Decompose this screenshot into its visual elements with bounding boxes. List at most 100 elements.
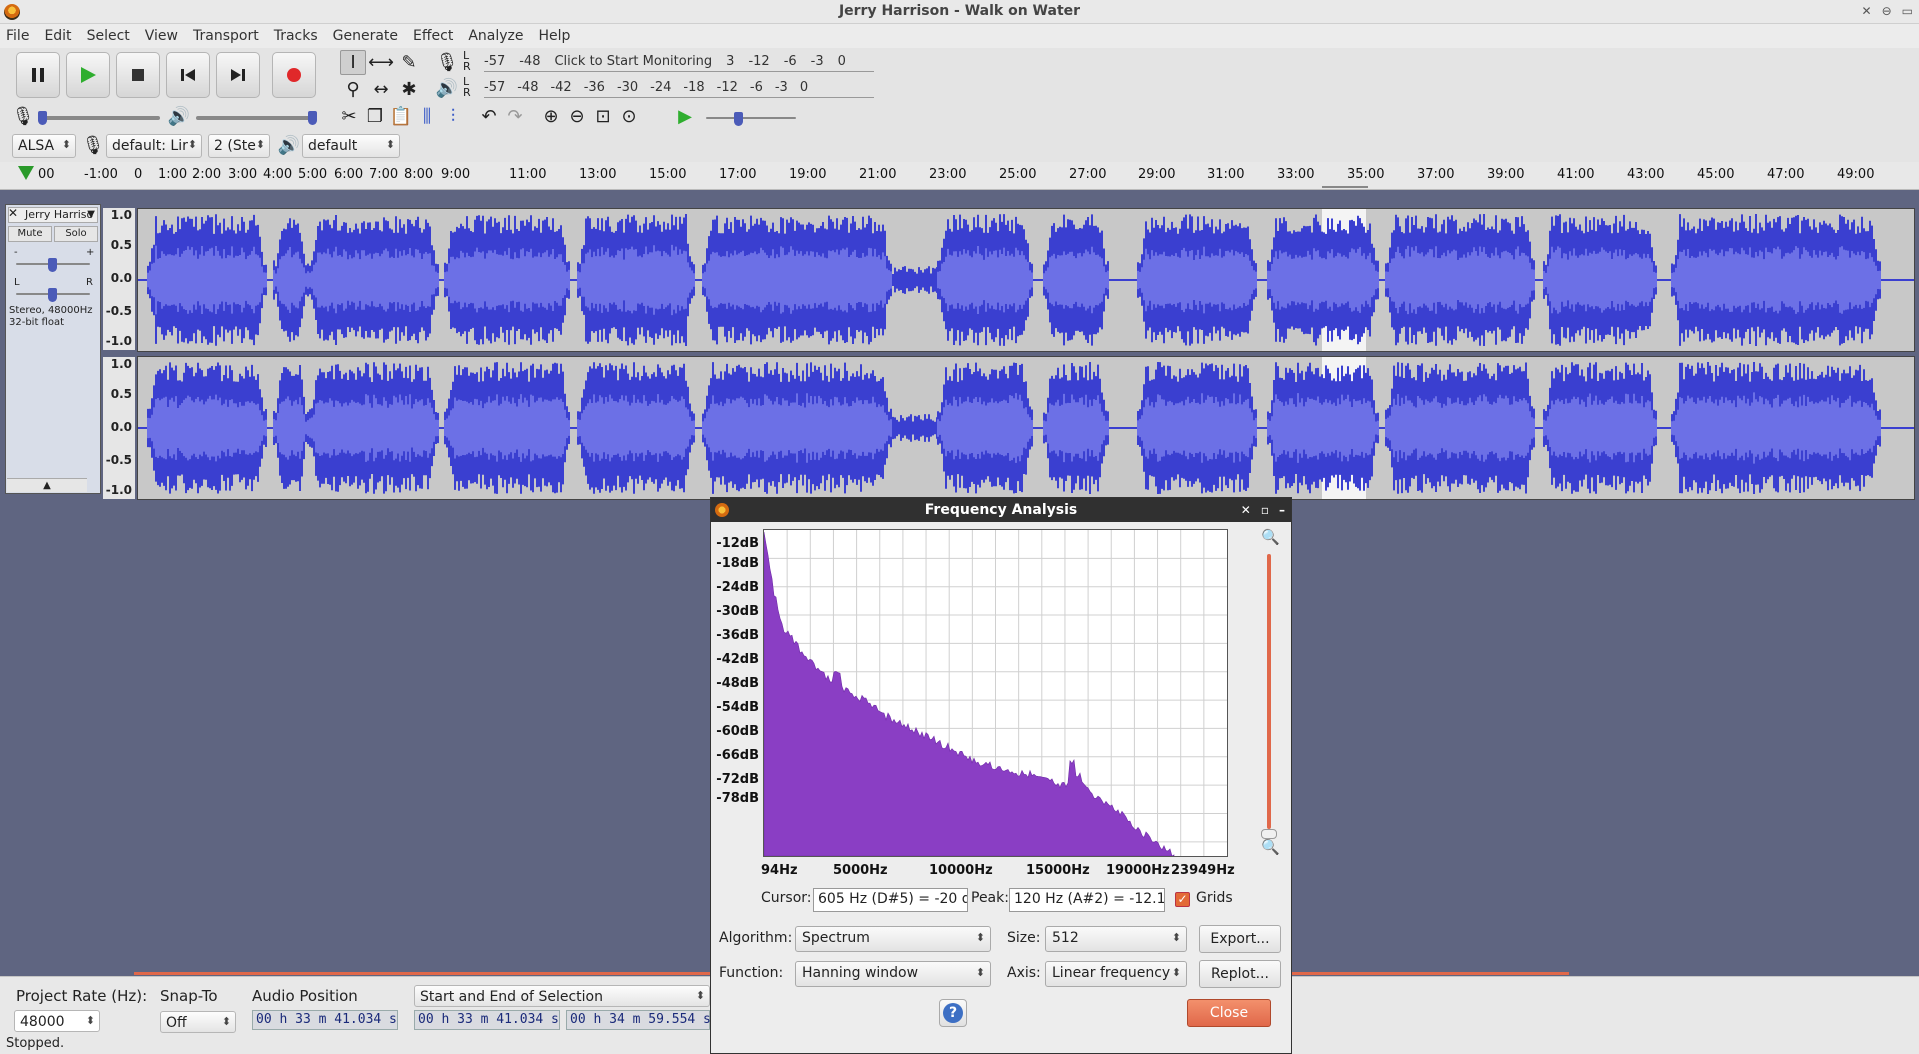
timeline-selection-marker[interactable]	[1322, 182, 1368, 188]
menu-help[interactable]: Help	[539, 28, 571, 44]
recording-device-select[interactable]: default: Lir	[106, 134, 202, 158]
silence-icon[interactable]: ⫶	[440, 104, 466, 129]
menu-select[interactable]: Select	[87, 28, 130, 44]
vertical-zoom-slider[interactable]	[1261, 554, 1277, 839]
grids-checkbox[interactable]: ✓	[1175, 892, 1190, 907]
help-button[interactable]: ?	[939, 999, 967, 1027]
click-to-start-monitoring[interactable]: Click to Start Monitoring	[554, 54, 712, 69]
time-shift-tool-icon[interactable]: ↔	[368, 77, 394, 102]
menu-view[interactable]: View	[145, 28, 178, 44]
selection-end-field[interactable]: 00 h 34 m 59.554 s	[566, 1010, 711, 1030]
zoom-in-magnifier-icon[interactable]: 🔍	[1261, 528, 1280, 546]
trim-icon[interactable]: ⫼	[414, 104, 440, 129]
recording-volume-slider[interactable]	[38, 111, 160, 125]
recording-device-mic-icon: 🎙	[81, 135, 105, 156]
ruler-label: 0.5	[110, 387, 132, 401]
record-meter-mic-icon[interactable]: 🎙	[434, 50, 460, 75]
skip-to-end-button[interactable]	[216, 52, 260, 98]
menu-tracks[interactable]: Tracks	[274, 28, 318, 44]
close-button[interactable]: Close	[1187, 999, 1271, 1027]
meter-tick: -18	[683, 80, 705, 95]
undo-icon[interactable]: ↶	[476, 104, 502, 129]
status-text: Stopped.	[6, 1036, 65, 1051]
ruler-label: 0.5	[110, 238, 132, 252]
play-button[interactable]	[66, 52, 110, 98]
selection-start-field[interactable]: 00 h 33 m 41.034 s	[414, 1010, 560, 1030]
window-close-icon[interactable]: ✕	[1862, 4, 1872, 18]
multi-tool-icon[interactable]: ✱	[396, 77, 422, 102]
track-name-label: Jerry Harriso	[25, 208, 94, 221]
zoom-out-icon[interactable]: ⊖	[564, 104, 590, 129]
draw-tool-icon[interactable]: ✎	[396, 50, 422, 75]
playback-meter[interactable]: -57 -48 -42 -36 -30 -24 -18 -12 -6 -3 0	[484, 78, 874, 98]
redo-icon[interactable]: ↷	[502, 104, 528, 129]
spectrum-plot[interactable]	[763, 529, 1228, 857]
paste-icon[interactable]: 📋	[388, 104, 414, 129]
selection-tool-icon[interactable]: I	[340, 50, 366, 75]
playback-meter-speaker-icon[interactable]: 🔊	[434, 76, 460, 101]
waveform-left-channel[interactable]	[137, 208, 1915, 352]
recording-channels-select[interactable]: 2 (Ste	[208, 134, 270, 158]
spectrum-area	[763, 531, 1175, 857]
mute-button[interactable]: Mute	[8, 226, 52, 242]
replot-button[interactable]: Replot...	[1199, 960, 1281, 988]
timeline-tick-label: 3:00	[228, 167, 258, 182]
pan-slider[interactable]	[16, 288, 90, 302]
selection-mode-select[interactable]: Start and End of Selection	[414, 985, 710, 1007]
copy-icon[interactable]: ❐	[362, 104, 388, 129]
zoom-tool-icon[interactable]: ⚲	[340, 77, 366, 102]
timeline-tick-label: 25:00	[999, 167, 1037, 182]
stop-button[interactable]	[116, 52, 160, 98]
play-speed-slider[interactable]	[706, 112, 796, 126]
menu-analyze[interactable]: Analyze	[468, 28, 523, 44]
audio-host-select[interactable]: ALSA	[12, 134, 76, 158]
playback-device-select[interactable]: default	[302, 134, 400, 158]
size-select[interactable]: 512	[1045, 926, 1187, 952]
track-name-menu[interactable]: Jerry Harriso ▼	[8, 207, 98, 223]
zoom-out-magnifier-icon[interactable]: 🔍	[1261, 838, 1280, 856]
record-button[interactable]	[272, 52, 316, 98]
menu-effect[interactable]: Effect	[413, 28, 453, 44]
gain-slider[interactable]	[16, 258, 90, 272]
envelope-tool-icon[interactable]: ⟷	[368, 50, 394, 75]
pause-button[interactable]	[16, 52, 60, 98]
toolbar-area: I ⟷ ✎ ⚲ ↔ ✱ 🎙 L R -57 -48 Click to Start…	[0, 48, 1919, 162]
snap-to-select[interactable]: Off	[160, 1011, 236, 1033]
collapse-track-icon[interactable]: ▲	[7, 478, 87, 492]
window-maximize-icon[interactable]: ▭	[1902, 4, 1913, 18]
menu-generate[interactable]: Generate	[333, 28, 398, 44]
track-format-line2: 32-bit float	[9, 317, 65, 328]
axis-select[interactable]: Linear frequency	[1045, 961, 1187, 987]
timeline-tick-label: 41:00	[1557, 167, 1595, 182]
skip-to-start-button[interactable]	[166, 52, 210, 98]
audio-position-field[interactable]: 00 h 33 m 41.034 s	[252, 1010, 398, 1030]
dialog-close-icon[interactable]: ✕	[1241, 498, 1251, 522]
record-meter[interactable]: -57 -48 Click to Start Monitoring 3 -12 …	[484, 52, 874, 72]
timeline-tick-label: 21:00	[859, 167, 897, 182]
fit-project-icon[interactable]: ⊙	[616, 104, 642, 129]
dialog-minimize-icon[interactable]: –	[1279, 498, 1285, 522]
menu-file[interactable]: File	[6, 28, 29, 44]
gain-minus-label: -	[14, 247, 18, 258]
track-close-icon[interactable]: ✕	[8, 206, 18, 220]
menu-edit[interactable]: Edit	[44, 28, 71, 44]
db-axis-label: -30dB	[716, 604, 759, 619]
timeline-tick-label: 39:00	[1487, 167, 1525, 182]
solo-button[interactable]: Solo	[54, 226, 98, 242]
project-rate-select[interactable]: 48000	[14, 1010, 100, 1032]
window-minimize-icon[interactable]: ⊖	[1882, 4, 1892, 18]
function-select[interactable]: Hanning window	[795, 961, 991, 987]
dialog-maximize-icon[interactable]: ▫	[1261, 498, 1269, 522]
play-at-speed-icon[interactable]: ▶	[672, 104, 698, 129]
zoom-in-icon[interactable]: ⊕	[538, 104, 564, 129]
cut-icon[interactable]: ✂	[336, 104, 362, 129]
fit-selection-icon[interactable]: ⊡	[590, 104, 616, 129]
right-channel-label: R	[463, 86, 471, 99]
timeline-ruler[interactable]: 00 -1:00 0 1:00 2:00 3:00 4:00 5:00 6:00 7:00 8:00…	[0, 162, 1919, 190]
algorithm-select[interactable]: Spectrum	[795, 926, 991, 952]
export-button[interactable]: Export...	[1199, 925, 1281, 953]
menu-transport[interactable]: Transport	[193, 28, 259, 44]
playback-volume-slider[interactable]	[196, 111, 317, 125]
waveform-right-channel[interactable]	[137, 356, 1915, 500]
meter-tick: -48	[517, 80, 539, 95]
